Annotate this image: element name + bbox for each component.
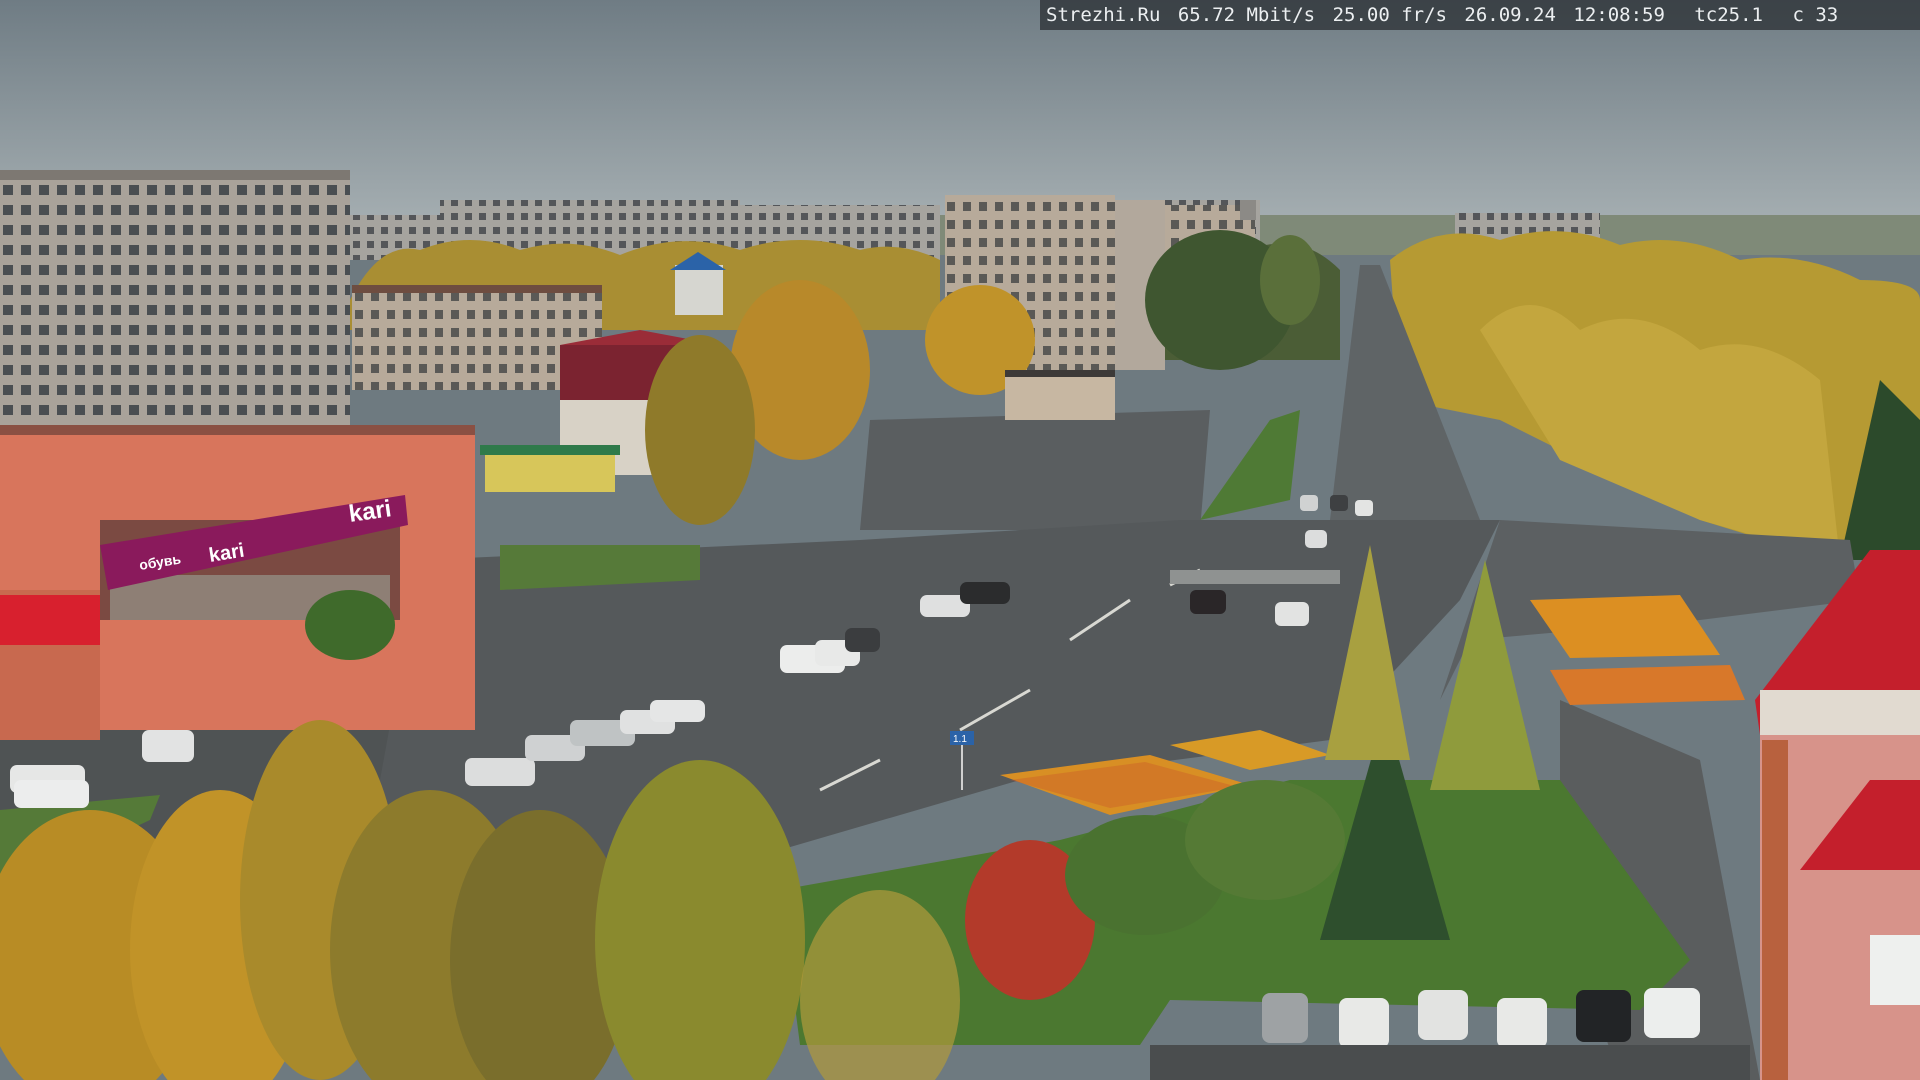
plaza-building — [1005, 375, 1115, 420]
store-building — [0, 425, 475, 740]
plaza-asphalt — [860, 410, 1210, 530]
red-tower-building — [1755, 550, 1920, 1080]
avenue-median-lawn — [1200, 410, 1300, 520]
crosswalk — [1170, 570, 1340, 584]
flower-bed-right-lower — [1550, 665, 1745, 705]
overlay-time: 12:08:59 — [1573, 4, 1665, 26]
webcam-status-overlay: Strezhi.Ru 65.72 Mbit/s 25.00 fr/s 26.09… — [1040, 0, 1920, 30]
bottom-parking-lot — [1150, 1045, 1750, 1080]
overlay-cam: c 33 — [1792, 4, 1839, 26]
overlay-bitrate: 65.72 Mbit/s — [1177, 4, 1316, 26]
overlay-site: Strezhi.Ru — [1046, 4, 1161, 26]
road-sign-label: 1.1 — [953, 734, 967, 745]
overlay-tc: tc25.1 — [1694, 4, 1763, 26]
webcam-scene: kari обувь kari 1.1 — [0, 0, 1920, 1080]
kiosk — [485, 450, 615, 492]
overlay-date: 26.09.24 — [1464, 4, 1556, 26]
blue-tower — [675, 265, 723, 315]
overlay-framerate: 25.00 fr/s — [1332, 4, 1447, 26]
